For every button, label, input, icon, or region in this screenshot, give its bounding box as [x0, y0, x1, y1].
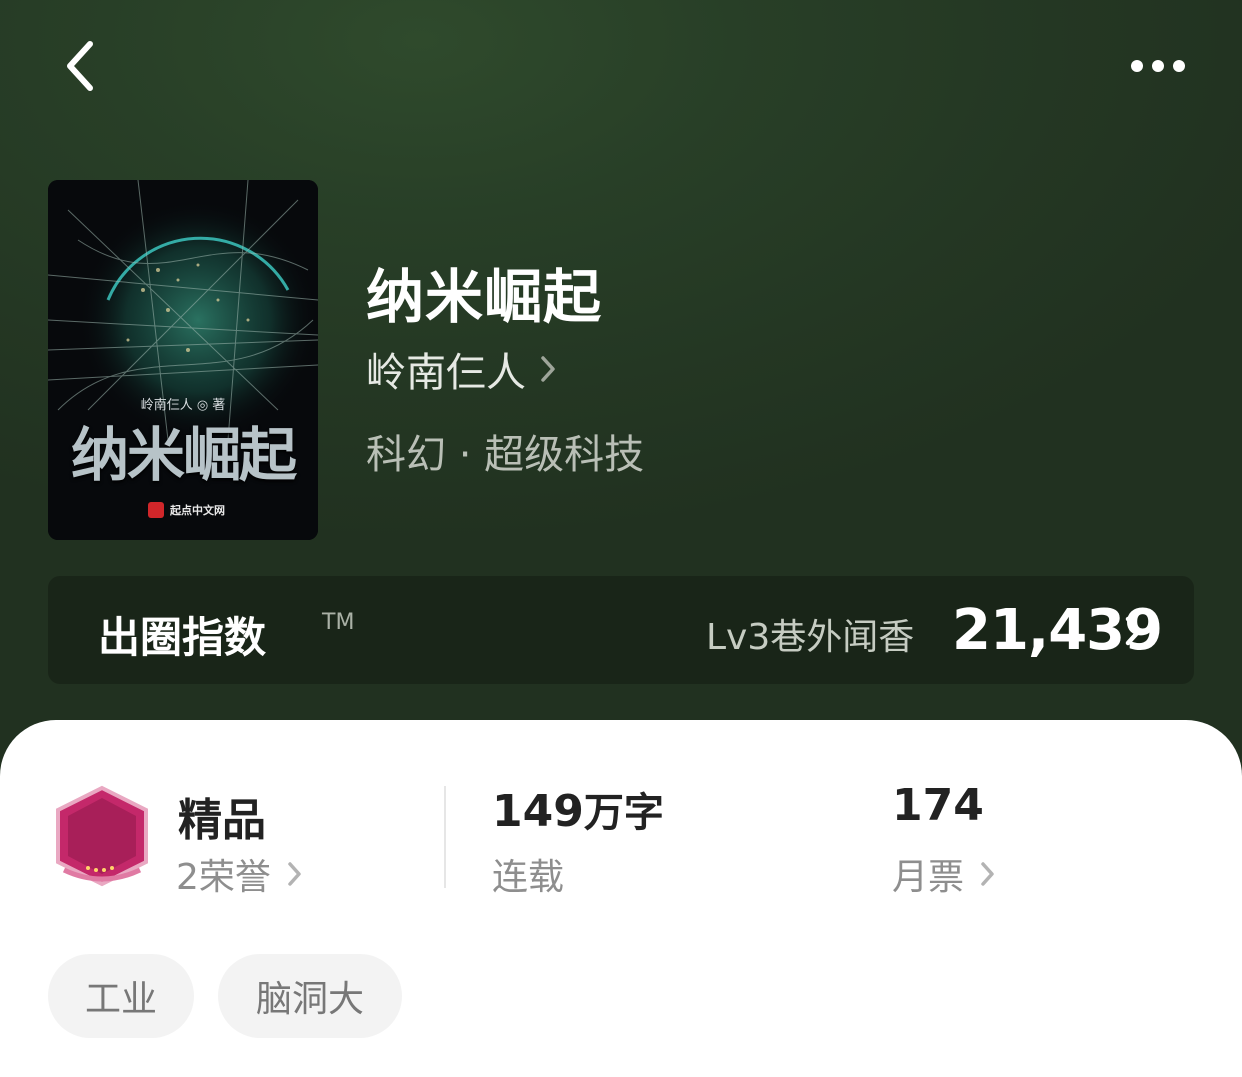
monthly-ticket-count: 174 — [892, 780, 984, 831]
chevron-right-icon — [541, 356, 555, 382]
premium-channel-badge-icon[interactable] — [50, 784, 154, 888]
author-link[interactable]: 岭南仨人 — [366, 342, 556, 396]
stat-divider — [444, 786, 446, 888]
book-title: 纳米崛起 — [366, 263, 603, 331]
chevron-right-icon — [981, 862, 994, 886]
trademark-mark: TM — [322, 610, 355, 635]
tag-chip[interactable]: 脑洞大 — [218, 954, 402, 1038]
honors-link[interactable]: 2荣誉 — [176, 848, 303, 900]
book-genre: 科幻 · 超级科技 — [366, 432, 645, 478]
more-dots-icon — [1131, 60, 1185, 72]
circle-index-level: Lv3巷外闻香 — [706, 617, 915, 658]
book-cover[interactable]: 岭南仨人 ◎ 著 纳米崛起 起点中文网 — [48, 180, 318, 540]
monthly-ticket-label: 月票 — [892, 857, 965, 898]
back-button[interactable] — [56, 36, 108, 96]
chevron-left-icon — [67, 41, 93, 91]
more-button[interactable] — [1118, 46, 1198, 86]
author-name: 岭南仨人 — [366, 350, 526, 396]
serial-status-label: 连载 — [492, 857, 565, 898]
quality-title: 精品 — [178, 795, 266, 846]
cover-title: 纳米崛起 — [70, 421, 297, 489]
tag-chip[interactable]: 工业 — [48, 954, 194, 1038]
word-count: 149万字 — [492, 780, 664, 838]
chevron-right-icon — [288, 862, 301, 886]
honors-count: 2荣誉 — [176, 857, 271, 898]
publisher-logo-icon — [148, 502, 164, 518]
top-bar — [0, 0, 1242, 130]
circle-index-label: 出圈指数 — [98, 613, 267, 662]
cover-publisher: 起点中文网 — [148, 500, 225, 520]
monthly-ticket-link[interactable]: 月票 — [892, 848, 996, 900]
circle-index-card[interactable]: 出圈指数 TM Lv3巷外闻香 21,439 — [48, 576, 1194, 684]
chevron-right-icon — [1125, 616, 1142, 646]
word-count-number: 149 — [492, 786, 584, 837]
serial-status: 连载 — [492, 848, 564, 900]
publisher-name: 起点中文网 — [170, 504, 225, 517]
info-sheet: 精品 2荣誉 149万字 连载 174 月票 工业 脑洞大 — [0, 720, 1242, 1077]
word-count-unit: 万字 — [583, 790, 664, 836]
